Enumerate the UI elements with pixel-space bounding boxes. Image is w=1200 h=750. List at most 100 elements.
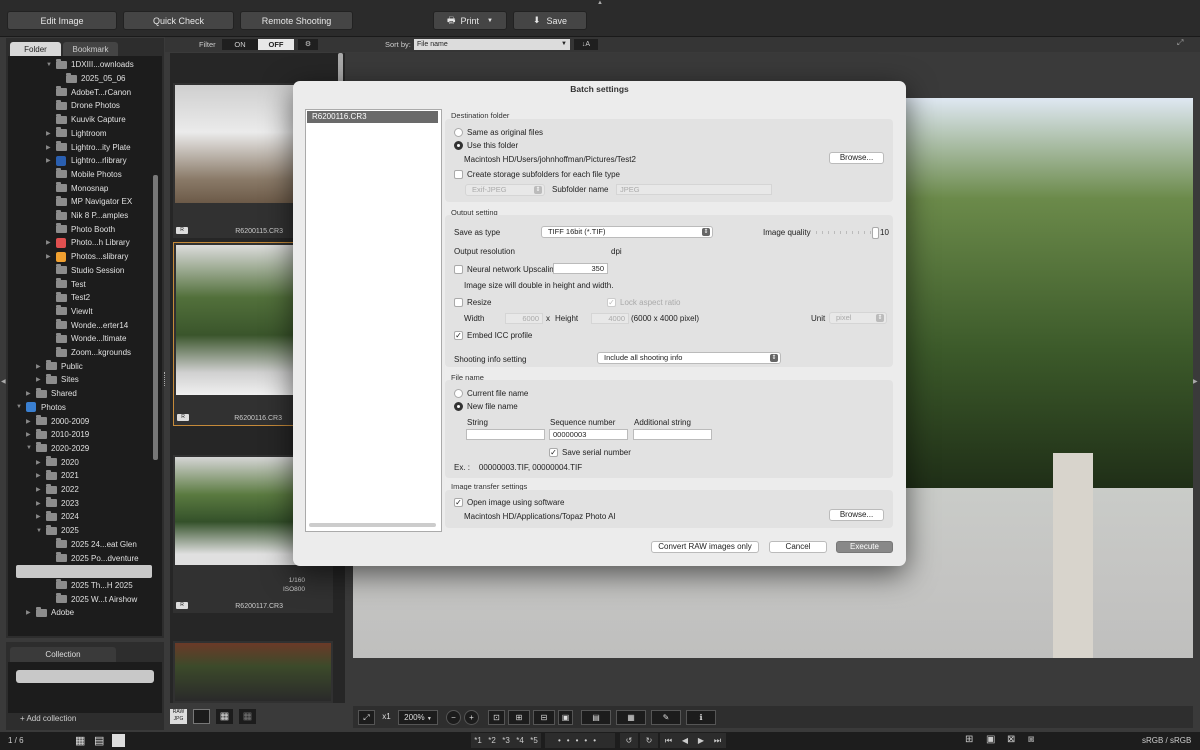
rating-5-button[interactable]: *5 bbox=[530, 733, 538, 748]
create-subfolders-checkbox[interactable] bbox=[454, 170, 463, 179]
unit-select[interactable]: pixel bbox=[829, 312, 887, 324]
new-filename-radio[interactable] bbox=[454, 402, 463, 411]
tab-bookmark[interactable]: Bookmark bbox=[63, 42, 118, 56]
subfolder-type-select[interactable]: Exif-JPEG bbox=[465, 184, 545, 196]
file-list[interactable]: R6200116.CR3 bbox=[305, 109, 442, 532]
disclosure-closed-icon[interactable]: ▶ bbox=[36, 513, 44, 520]
convert-raw-button[interactable]: Convert RAW images only bbox=[651, 541, 759, 553]
save-button[interactable]: ⬇ Save bbox=[513, 11, 587, 30]
disclosure-closed-icon[interactable]: ▶ bbox=[46, 144, 54, 151]
filter-settings-icon[interactable]: ⚙ bbox=[298, 39, 318, 50]
embed-icc-checkbox[interactable]: ✓ bbox=[454, 331, 463, 340]
tree-item[interactable]: ▶ Adobe bbox=[26, 606, 74, 620]
filter-off-button[interactable]: OFF bbox=[258, 39, 294, 50]
single-view-icon[interactable] bbox=[193, 709, 210, 724]
neural-upscaling-checkbox[interactable] bbox=[454, 265, 463, 274]
current-filename-radio[interactable] bbox=[454, 389, 463, 398]
fullscreen-icon[interactable]: ⊠ bbox=[1007, 734, 1015, 745]
disclosure-open-icon[interactable]: ▼ bbox=[46, 62, 54, 68]
file-list-item[interactable]: R6200116.CR3 bbox=[307, 111, 438, 123]
save-as-type-select[interactable]: TIFF 16bit (*.TIF) bbox=[541, 226, 713, 238]
tree-item[interactable]: Studio Session bbox=[46, 264, 124, 278]
tree-item-selected[interactable] bbox=[16, 564, 152, 578]
histogram-icon[interactable]: ⊞ bbox=[965, 734, 973, 745]
string-field[interactable] bbox=[466, 429, 545, 440]
raw-filter-icon[interactable]: RAW JPG bbox=[170, 709, 187, 724]
grid-view-icon[interactable]: ▦ bbox=[216, 709, 233, 724]
open-using-checkbox[interactable]: ✓ bbox=[454, 498, 463, 507]
rotate-left-icon[interactable]: ↺ bbox=[620, 733, 638, 748]
sequence-field[interactable]: 00000003 bbox=[549, 429, 628, 440]
tree-item[interactable]: Photo Booth bbox=[46, 222, 115, 236]
disclosure-closed-icon[interactable]: ▶ bbox=[36, 376, 44, 383]
destination-browse-button[interactable]: Browse... bbox=[829, 152, 884, 164]
tree-item[interactable]: ▶ Shared bbox=[26, 387, 77, 401]
disclosure-closed-icon[interactable]: ▶ bbox=[26, 609, 34, 616]
tree-item[interactable]: 2025_05_06 bbox=[56, 72, 126, 86]
disclosure-closed-icon[interactable]: ▶ bbox=[26, 418, 34, 425]
tree-item[interactable]: AdobeT...rCanon bbox=[46, 85, 131, 99]
zoom-out-icon[interactable]: − bbox=[446, 710, 461, 725]
disclosure-open-icon[interactable]: ▼ bbox=[36, 528, 44, 534]
thumbnail[interactable] bbox=[173, 641, 333, 703]
zoom-select[interactable]: 200% ▼ bbox=[398, 710, 438, 725]
width-field[interactable]: 6000 bbox=[505, 313, 543, 324]
disclosure-closed-icon[interactable]: ▶ bbox=[26, 390, 34, 397]
slider-thumb[interactable] bbox=[872, 227, 879, 239]
tree-item[interactable]: ▶ Lightroom bbox=[46, 127, 107, 141]
tab-collection[interactable]: Collection bbox=[10, 647, 116, 662]
resize-checkbox[interactable] bbox=[454, 298, 463, 307]
tree-item[interactable]: Zoom...kgrounds bbox=[46, 346, 131, 360]
execute-button[interactable]: Execute bbox=[836, 541, 893, 553]
tree-item[interactable]: ▶ 2010-2019 bbox=[26, 428, 89, 442]
filter-on-button[interactable]: ON bbox=[222, 39, 258, 50]
tree-item[interactable]: Nik 8 P...amples bbox=[46, 209, 128, 223]
disclosure-closed-icon[interactable]: ▶ bbox=[36, 472, 44, 479]
tree-item[interactable]: Test bbox=[46, 277, 86, 291]
tree-item[interactable]: 2025 W...t Airshow bbox=[46, 592, 137, 606]
tree-item[interactable]: ▶ Lightro...rlibrary bbox=[46, 154, 127, 168]
tree-scrollbar[interactable] bbox=[153, 175, 158, 460]
info-icon[interactable]: ℹ bbox=[686, 710, 716, 725]
tree-item[interactable]: ▶ 2023 bbox=[36, 496, 79, 510]
camera-icon[interactable]: ◙ bbox=[1028, 734, 1034, 745]
same-as-original-radio[interactable] bbox=[454, 128, 463, 137]
disclosure-closed-icon[interactable]: ▶ bbox=[36, 363, 44, 370]
tree-item[interactable]: ▶ 2024 bbox=[36, 510, 79, 524]
resolution-field[interactable]: 350 bbox=[553, 263, 608, 274]
display-options-icon[interactable]: ▦ bbox=[616, 710, 646, 725]
disclosure-closed-icon[interactable]: ▶ bbox=[46, 130, 54, 137]
collapse-left-icon[interactable]: ◀ bbox=[1, 378, 6, 385]
tree-item[interactable]: Monosnap bbox=[46, 181, 108, 195]
edit-tools-icon[interactable]: ✎ bbox=[651, 710, 681, 725]
height-field[interactable]: 4000 bbox=[591, 313, 629, 324]
rating-3-button[interactable]: *3 bbox=[502, 733, 510, 748]
zoom-in-icon[interactable]: + bbox=[464, 710, 479, 725]
list-view-icon[interactable]: ▤ bbox=[94, 734, 104, 748]
tree-item[interactable]: ▶ 2000-2009 bbox=[26, 414, 89, 428]
tree-item[interactable]: ▶ 2020 bbox=[36, 455, 79, 469]
disclosure-closed-icon[interactable]: ▶ bbox=[36, 486, 44, 493]
grid-overlay-icon[interactable]: ⊞ bbox=[508, 710, 530, 725]
tree-item[interactable]: ▼ 2020-2029 bbox=[26, 442, 89, 456]
first-image-icon[interactable]: ⏮ bbox=[665, 733, 672, 748]
sort-select[interactable]: File name ▼ bbox=[414, 39, 570, 50]
compare-view-icon[interactable]: ▦ bbox=[239, 709, 256, 724]
rating-4-button[interactable]: *4 bbox=[516, 733, 524, 748]
af-points-icon[interactable]: ⊡ bbox=[488, 710, 505, 725]
additional-string-field[interactable] bbox=[633, 429, 712, 440]
disclosure-open-icon[interactable]: ▼ bbox=[26, 445, 34, 451]
add-collection-button[interactable]: + Add collection bbox=[20, 714, 76, 723]
layout-icon[interactable]: ▤ bbox=[581, 710, 611, 725]
subfolder-name-field[interactable]: JPEG bbox=[616, 184, 772, 195]
tree-item[interactable]: 2025 Th...H 2025 bbox=[46, 579, 133, 593]
disclosure-closed-icon[interactable]: ▶ bbox=[36, 500, 44, 507]
shooting-info-select[interactable]: Include all shooting info bbox=[597, 352, 781, 364]
lock-aspect-checkbox[interactable]: ✓ bbox=[607, 298, 616, 307]
panel-resize-handle[interactable] bbox=[164, 372, 168, 386]
print-button[interactable]: 🖶 Print ▼ bbox=[433, 11, 507, 30]
rating-2-button[interactable]: *2 bbox=[488, 733, 496, 748]
disclosure-closed-icon[interactable]: ▶ bbox=[46, 157, 54, 164]
rotate-right-icon[interactable]: ↻ bbox=[640, 733, 658, 748]
collapse-right-icon[interactable]: ▶ bbox=[1193, 378, 1198, 385]
